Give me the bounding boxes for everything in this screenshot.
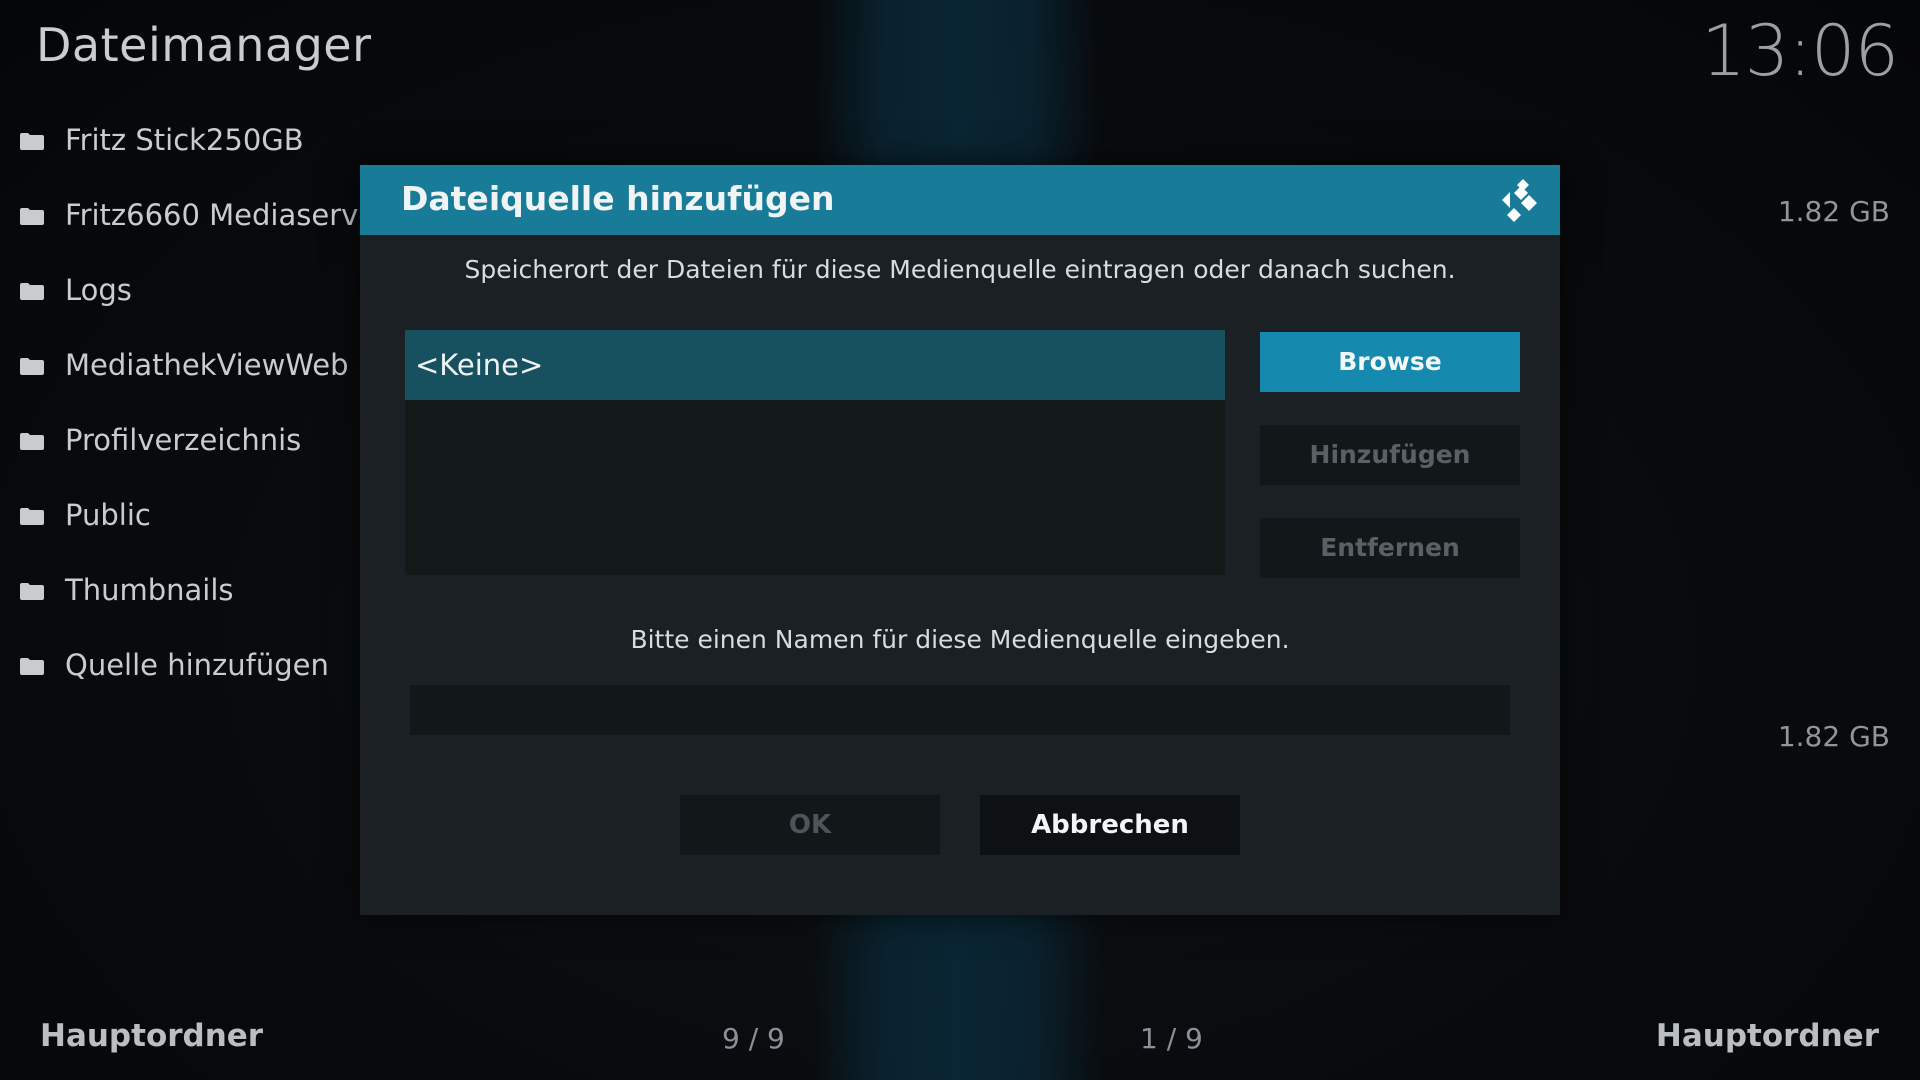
path-hint-text: Speicherort der Dateien für diese Medien… xyxy=(464,255,1456,284)
dialog-header: Dateiquelle hinzufügen xyxy=(360,165,1560,235)
path-item-label: <Keine> xyxy=(415,348,544,382)
page-title: Dateimanager xyxy=(36,18,372,72)
source-label: Profilverzeichnis xyxy=(65,423,302,457)
source-item-thumbnails[interactable]: Thumbnails xyxy=(0,555,360,630)
source-item-public[interactable]: Public xyxy=(0,480,360,555)
source-item-mediathek[interactable]: MediathekViewWeb xyxy=(0,330,360,405)
source-label: Fritz Stick250GB xyxy=(65,123,304,157)
folder-icon xyxy=(20,283,44,300)
footer-left-count: 9 / 9 xyxy=(722,1022,785,1055)
source-label: MediathekViewWeb xyxy=(65,348,349,382)
source-item-add-source[interactable]: Quelle hinzufügen xyxy=(0,630,360,705)
source-label: Public xyxy=(65,498,151,532)
folder-icon xyxy=(20,508,44,525)
folder-icon xyxy=(20,133,44,150)
source-label: Thumbnails xyxy=(65,573,234,607)
footer-right-label: Hauptordner xyxy=(1655,1018,1879,1054)
folder-icon xyxy=(20,433,44,450)
remove-button[interactable]: Entfernen xyxy=(1260,518,1520,578)
folder-icon xyxy=(20,583,44,600)
source-item-fritz6660[interactable]: Fritz6660 Mediaserver xyxy=(0,180,388,255)
add-button[interactable]: Hinzufügen xyxy=(1260,425,1520,485)
name-hint-text: Bitte einen Namen für diese Medienquelle… xyxy=(630,625,1290,654)
source-label: Quelle hinzufügen xyxy=(65,648,329,682)
right-size-bottom: 1.82 GB xyxy=(1777,720,1890,753)
file-manager-screen: Dateimanager 13:06 Fritz Stick250GB Frit… xyxy=(0,0,1920,1080)
folder-icon xyxy=(20,208,44,225)
add-source-dialog: Dateiquelle hinzufügen Speicherort der D… xyxy=(360,165,1560,915)
source-item-profilverzeichnis[interactable]: Profilverzeichnis xyxy=(0,405,360,480)
clock: 13:06 xyxy=(1701,10,1899,92)
footer-right-count: 1 / 9 xyxy=(1140,1022,1203,1055)
path-list[interactable]: <Keine> xyxy=(405,330,1225,575)
footer-left-label: Hauptordner xyxy=(40,1018,264,1054)
cancel-button[interactable]: Abbrechen xyxy=(980,795,1240,855)
source-item-fritz-stick[interactable]: Fritz Stick250GB xyxy=(0,105,360,180)
path-list-item[interactable]: <Keine> xyxy=(405,330,1225,400)
dialog-title: Dateiquelle hinzufügen xyxy=(401,179,835,218)
browse-button[interactable]: Browse xyxy=(1260,332,1520,392)
kodi-logo-icon xyxy=(1502,179,1537,222)
source-label: Fritz6660 Mediaserver xyxy=(65,198,389,232)
source-name-input[interactable] xyxy=(410,685,1510,735)
source-item-logs[interactable]: Logs xyxy=(0,255,360,330)
source-list: Fritz Stick250GB Fritz6660 Mediaserver L… xyxy=(0,105,388,705)
folder-icon xyxy=(20,358,44,375)
right-size-top: 1.82 GB xyxy=(1777,195,1890,228)
ok-button[interactable]: OK xyxy=(680,795,940,855)
folder-icon xyxy=(20,658,44,675)
source-label: Logs xyxy=(65,273,132,307)
